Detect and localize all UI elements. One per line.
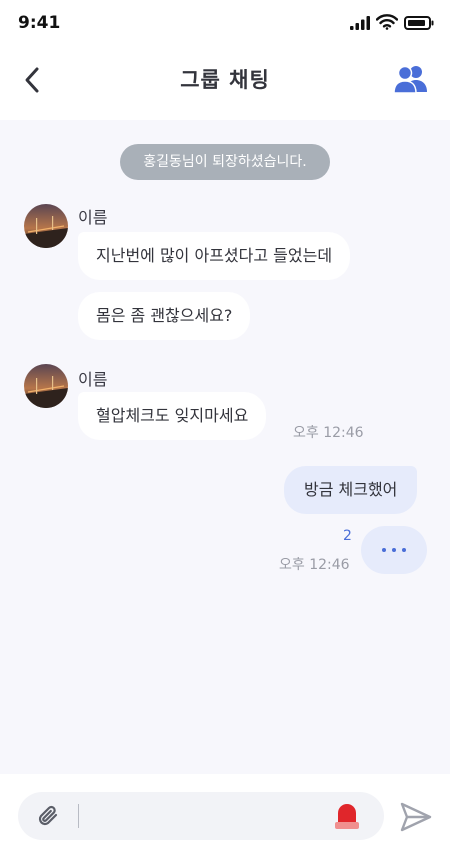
paperclip-icon[interactable] [36, 804, 60, 828]
message-bubble[interactable]: 몸은 좀 괜찮으세요? [78, 292, 251, 340]
status-time: 9:41 [18, 13, 61, 33]
message-time: 오후 12:46 [279, 557, 350, 573]
sender-name: 이름 [78, 370, 108, 389]
users-icon[interactable] [394, 64, 428, 94]
unread-count: 2 [343, 528, 352, 544]
dot [402, 548, 406, 552]
avatar[interactable] [24, 204, 68, 248]
more-dots-button[interactable] [361, 526, 427, 574]
avatar[interactable] [24, 364, 68, 408]
message-input-box[interactable] [18, 792, 384, 840]
chat-area[interactable]: 홍길동님이 퇴장하셨습니다. 이름 지난번에 많이 아프셨다고 들었는데 몸은 … [0, 120, 450, 774]
system-notice: 홍길동님이 퇴장하셨습니다. [120, 144, 330, 180]
message-bubble[interactable]: 혈압체크도 잊지마세요 [78, 392, 267, 440]
avatar-image [24, 364, 68, 408]
dot [392, 548, 396, 552]
wifi-icon [376, 14, 398, 30]
text-cursor [78, 804, 79, 828]
message-time: 오후 12:46 [293, 425, 364, 441]
message-input-bar [0, 774, 450, 858]
battery-icon [404, 16, 434, 30]
dot [382, 548, 386, 552]
message-input[interactable] [84, 800, 324, 832]
message-bubble[interactable]: 지난번에 많이 아프셨다고 들었는데 [78, 232, 351, 280]
page-title: 그룹 채팅 [180, 68, 270, 92]
siren-icon[interactable] [334, 802, 360, 830]
send-icon[interactable] [400, 802, 432, 832]
sender-name: 이름 [78, 208, 108, 227]
signal-icon [350, 16, 370, 30]
chat-header: 그룹 채팅 [0, 48, 450, 120]
avatar-image [24, 204, 68, 248]
status-bar: 9:41 [0, 0, 450, 48]
message-bubble-outgoing[interactable]: 방금 체크했어 [284, 466, 418, 514]
